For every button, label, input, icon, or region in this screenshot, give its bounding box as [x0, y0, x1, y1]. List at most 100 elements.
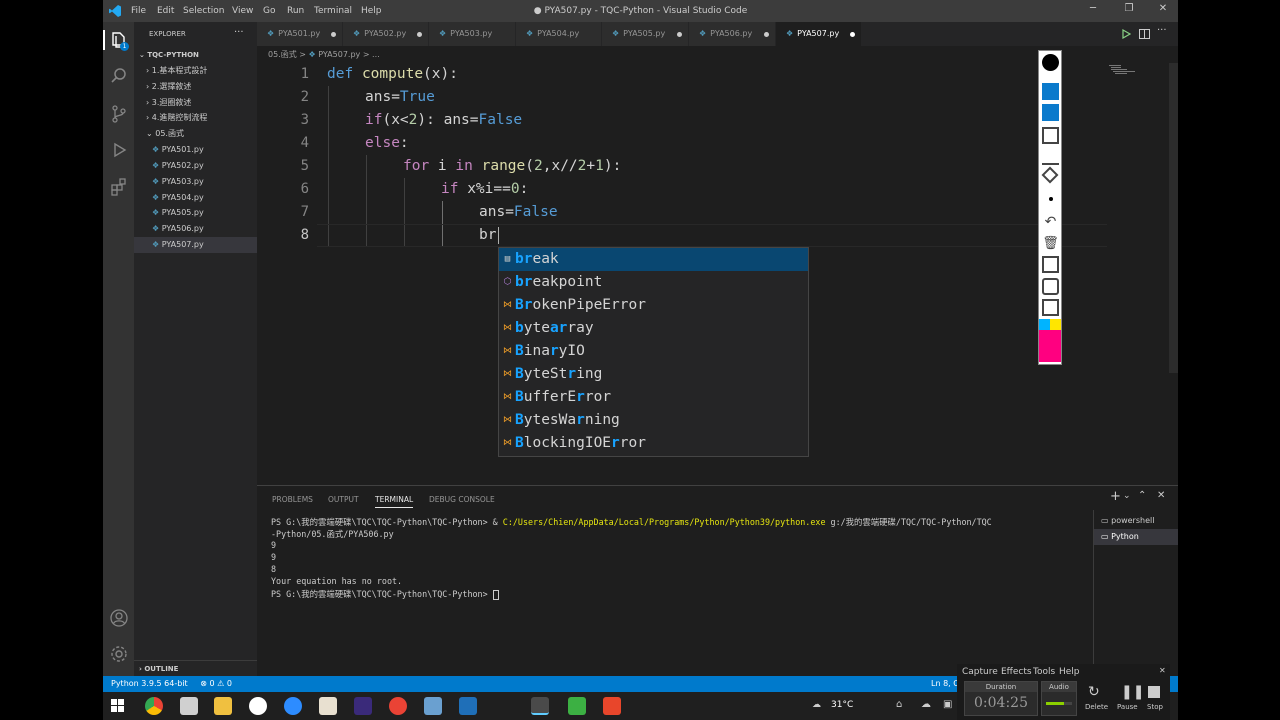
terminal-instance-powershell[interactable]: ▭ powershell [1094, 513, 1178, 529]
eraser-icon[interactable] [1041, 166, 1059, 184]
undo-icon[interactable]: ↶ [1042, 214, 1059, 231]
vscode-taskbar-icon[interactable] [531, 697, 549, 715]
delete-icon[interactable]: ↻ [1088, 684, 1100, 700]
camera-icon[interactable] [1042, 278, 1059, 295]
brush-size-icon[interactable] [1049, 197, 1053, 201]
file-explorer-icon[interactable] [214, 697, 232, 715]
audio-level-meter[interactable] [1046, 702, 1072, 705]
more-actions-icon[interactable]: ··· [1157, 25, 1167, 36]
maximize-icon[interactable]: ❐ [1119, 3, 1139, 19]
problems-count[interactable]: ⊗ 0 ⚠ 0 [200, 679, 232, 688]
camtasia-icon[interactable] [568, 697, 586, 715]
editor-scrollbar[interactable] [1169, 63, 1178, 373]
python-interpreter[interactable]: Python 3.9.5 64-bit [111, 679, 188, 688]
chrome-profile-icon[interactable] [389, 697, 407, 715]
recorder-menu-effects[interactable]: Effects [1001, 667, 1032, 677]
account-icon[interactable] [109, 608, 129, 628]
chrome-icon[interactable] [145, 697, 163, 715]
suggestion-item[interactable]: ⋈ ByteString [499, 363, 808, 386]
maps-pin-icon[interactable] [249, 697, 267, 715]
onedrive-icon[interactable]: ☁ [921, 699, 931, 710]
terminal-instance-python[interactable]: ▭ Python [1094, 529, 1178, 545]
search-icon[interactable] [109, 66, 129, 86]
file-item-active[interactable]: ❖ PYA507.py [134, 237, 257, 253]
unsaved-dot-icon[interactable] [417, 32, 422, 37]
breadcrumb-symbol[interactable]: > ... [363, 50, 380, 59]
recorder-menu-help[interactable]: Help [1059, 667, 1080, 677]
unsaved-dot-icon[interactable] [764, 32, 769, 37]
outline-section[interactable]: › OUTLINE [134, 660, 257, 676]
network-icon[interactable]: ⌂ [896, 699, 902, 710]
pause-icon[interactable]: ❚❚ [1121, 684, 1144, 700]
maximize-panel-icon[interactable]: ⌃ [1138, 490, 1146, 501]
suggestion-item[interactable]: ⋈ bytearray [499, 317, 808, 340]
tab-output[interactable]: OUTPUT [328, 495, 359, 504]
recorder-menu-tools[interactable]: Tools [1033, 667, 1055, 677]
zoom-icon[interactable] [284, 697, 302, 715]
split-editor-icon[interactable] [1139, 29, 1150, 39]
run-debug-icon[interactable] [109, 140, 129, 160]
suggestion-item[interactable]: ⋈ BytesWarning [499, 409, 808, 432]
minimap[interactable] [1107, 63, 1167, 77]
chevron-down-icon[interactable]: ⌄ [1123, 491, 1131, 501]
trash-icon[interactable]: 🗑 [1042, 235, 1059, 252]
devcpp-icon[interactable] [354, 697, 372, 715]
tab-pya501[interactable]: ❖ PYA501.py [257, 22, 343, 46]
recorder-menu-capture[interactable]: Capture [962, 667, 998, 677]
recorder-app-icon[interactable] [603, 697, 621, 715]
pen-nib-icon[interactable] [1042, 54, 1059, 71]
suggestion-item[interactable]: ⋈ BufferError [499, 386, 808, 409]
tab-pya504[interactable]: ❖ PYA504.py [516, 22, 602, 46]
file-item[interactable]: ❖ PYA503.py [134, 174, 257, 190]
breadcrumb-folder[interactable]: 05.函式 [268, 50, 297, 59]
minimize-icon[interactable]: ─ [1083, 3, 1103, 19]
workspace-folder[interactable]: ⌄ TQC-PYTHON [134, 47, 257, 63]
breadcrumb-file[interactable]: PYA507.py [318, 50, 360, 59]
file-item[interactable]: ❖ PYA506.py [134, 221, 257, 237]
clipboard-icon[interactable] [1042, 299, 1059, 316]
folder-item-open[interactable]: ⌄ 05.函式 [146, 126, 257, 142]
more-actions-icon[interactable]: ··· [234, 27, 244, 38]
unsaved-dot-icon[interactable] [677, 32, 682, 37]
tab-pya507[interactable]: ❖ PYA507.py [776, 22, 862, 46]
suggestion-item[interactable]: ⋈ BlockingIOError [499, 432, 808, 455]
close-panel-icon[interactable]: ✕ [1157, 490, 1165, 501]
vs-icon[interactable] [459, 697, 477, 715]
terminal-prompt[interactable]: PS G:\我的雲端硬碟\TQC\TQC-Python\TQC-Python> [271, 588, 499, 600]
file-item[interactable]: ❖ PYA501.py [134, 142, 257, 158]
pencil-app-icon[interactable] [319, 697, 337, 715]
new-terminal-icon[interactable]: + [1110, 489, 1121, 504]
pencil-icon[interactable] [1042, 127, 1059, 144]
suggestion-item[interactable]: ⋈ BrokenPipeError [499, 294, 808, 317]
unsaved-dot-icon[interactable] [850, 32, 855, 37]
folder-item[interactable]: › 3.迴圈敘述 [146, 95, 257, 111]
cursor-arrow-icon[interactable] [1042, 104, 1059, 121]
unsaved-dot-icon[interactable] [331, 32, 336, 37]
eye-icon[interactable] [1042, 83, 1059, 100]
whiteboard-icon[interactable] [1042, 256, 1059, 273]
tab-problems[interactable]: PROBLEMS [272, 495, 313, 504]
delete-button[interactable]: Delete [1085, 703, 1108, 711]
windows-start-icon[interactable] [111, 699, 124, 712]
close-icon[interactable]: ✕ [1153, 3, 1173, 19]
file-item[interactable]: ❖ PYA504.py [134, 190, 257, 206]
suggestion-item[interactable]: ⋈ BinaryIO [499, 340, 808, 363]
stop-icon[interactable] [1148, 686, 1160, 698]
suggestion-item[interactable]: ⬡ breakpoint [499, 271, 808, 294]
close-icon[interactable]: ✕ [1159, 666, 1166, 675]
folder-item[interactable]: › 4.進階控制流程 [146, 110, 257, 126]
scissors-app-icon[interactable] [424, 697, 442, 715]
color-swatch-yellow[interactable] [1050, 319, 1061, 330]
tab-terminal[interactable]: TERMINAL [375, 495, 414, 508]
extensions-icon[interactable] [109, 177, 129, 197]
color-swatch-cyan[interactable] [1039, 319, 1050, 330]
file-item[interactable]: ❖ PYA505.py [134, 205, 257, 221]
color-swatch-magenta[interactable] [1039, 330, 1061, 362]
tray-app-icon[interactable]: ▣ [943, 699, 952, 710]
weather-temperature[interactable]: 31°C [831, 700, 853, 710]
tab-debug-console[interactable]: DEBUG CONSOLE [429, 495, 495, 504]
tab-pya506[interactable]: ❖ PYA506.py [689, 22, 776, 46]
source-control-icon[interactable] [109, 104, 129, 124]
tab-pya503[interactable]: ❖ PYA503.py [429, 22, 516, 46]
file-item[interactable]: ❖ PYA502.py [134, 158, 257, 174]
